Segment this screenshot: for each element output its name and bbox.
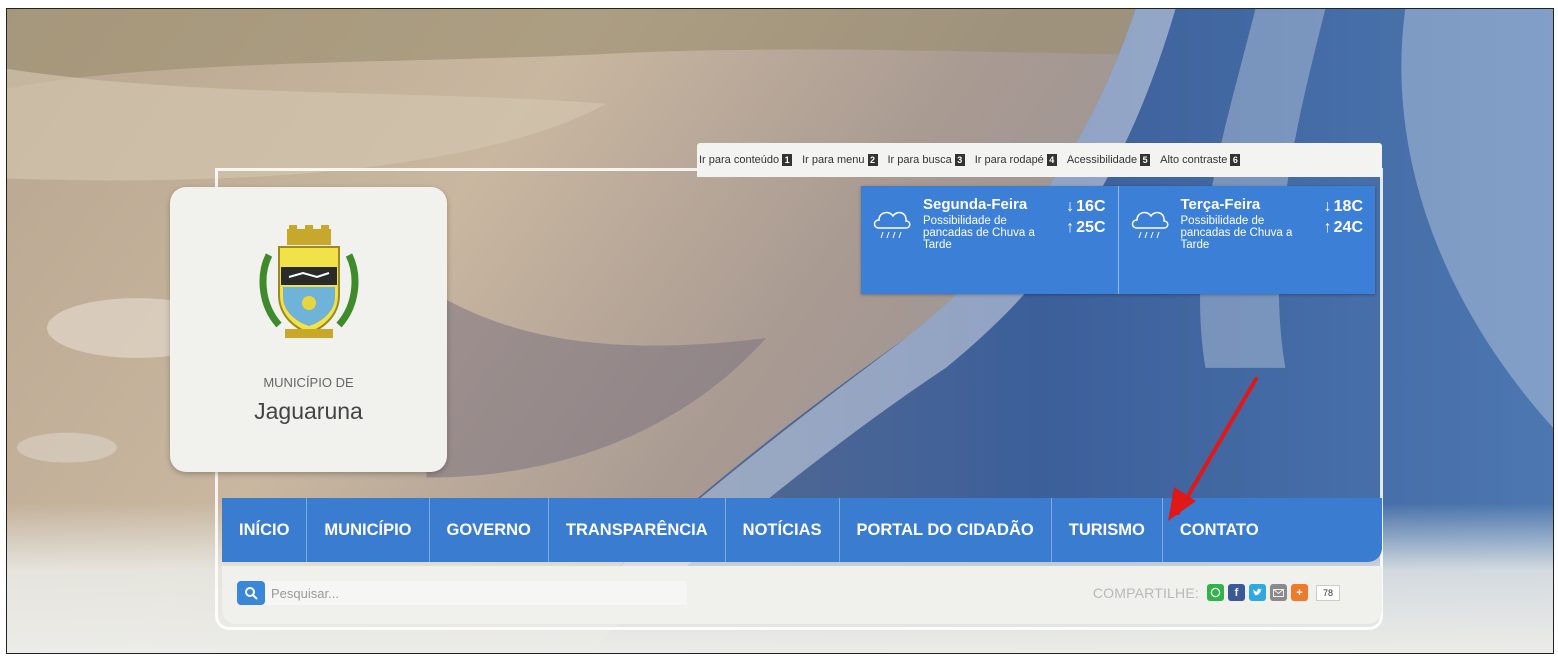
twitter-icon[interactable] — [1248, 584, 1266, 601]
arrow-down-icon: ↓ — [1323, 198, 1332, 215]
municipality-prefix: MUNICÍPIO DE — [263, 375, 354, 390]
temp-min: 18C — [1333, 198, 1363, 215]
main-navigation: INÍCIO MUNICÍPIO GOVERNO TRANSPARÊNCIA N… — [222, 498, 1382, 562]
accessibility-bar: Ir para conteúdo 1 Ir para menu 2 Ir para … — [697, 143, 1382, 177]
accessibility-link[interactable]: Acessibilidade 5 — [1067, 154, 1151, 166]
weather-forecast-widget: Segunda-Feira Possibilidade de pancadas … — [861, 186, 1375, 294]
plus-icon[interactable]: + — [1290, 584, 1308, 601]
arrow-down-icon: ↓ — [1066, 198, 1075, 215]
weather-day-tuesday: Terça-Feira Possibilidade de pancadas de… — [1117, 186, 1376, 294]
search-icon[interactable] — [237, 581, 265, 605]
whatsapp-icon[interactable] — [1206, 584, 1224, 601]
rain-cloud-icon — [873, 211, 911, 239]
nav-item-inicio[interactable]: INÍCIO — [222, 498, 308, 562]
skip-to-footer-link[interactable]: Ir para rodapé 4 — [975, 154, 1057, 166]
temp-max: 25C — [1076, 219, 1106, 236]
weather-day-title: Segunda-Feira — [923, 196, 1028, 213]
email-icon[interactable] — [1269, 584, 1287, 601]
weather-day-title: Terça-Feira — [1180, 196, 1261, 213]
facebook-icon[interactable]: f — [1227, 584, 1245, 601]
weather-temperatures: ↓ 16C ↑ 25C — [1066, 196, 1105, 294]
weather-day-monday: Segunda-Feira Possibilidade de pancadas … — [861, 186, 1118, 294]
nav-item-governo[interactable]: GOVERNO — [430, 498, 549, 562]
weather-description: Possibilidade de pancadas de Chuva a Tar… — [1180, 215, 1293, 251]
nav-item-municipio[interactable]: MUNICÍPIO — [307, 498, 430, 562]
nav-item-turismo[interactable]: TURISMO — [1052, 498, 1163, 562]
search-box — [237, 581, 687, 605]
nav-item-transparencia[interactable]: TRANSPARÊNCIA — [549, 498, 726, 562]
nav-item-contato[interactable]: CONTATO — [1163, 498, 1276, 562]
skip-to-menu-link[interactable]: Ir para menu 2 — [802, 154, 878, 166]
search-share-bar: COMPARTILHE: f + 78 — [222, 566, 1382, 624]
skip-to-search-link[interactable]: Ir para busca 3 — [888, 154, 965, 166]
weather-description: Possibilidade de pancadas de Chuva a Tar… — [923, 215, 1035, 251]
nav-item-portal-do-cidadao[interactable]: PORTAL DO CIDADÃO — [840, 498, 1052, 562]
share-count: 78 — [1315, 584, 1340, 601]
skip-to-content-link[interactable]: Ir para conteúdo 1 — [699, 154, 793, 166]
weather-temperatures: ↓ 18C ↑ 24C — [1324, 196, 1363, 294]
rain-cloud-icon — [1131, 211, 1168, 239]
nav-item-noticias[interactable]: NOTÍCIAS — [726, 498, 840, 562]
high-contrast-link[interactable]: Alto contraste 6 — [1160, 154, 1241, 166]
share-label: COMPARTILHE: — [1092, 584, 1199, 601]
arrow-up-icon: ↑ — [1066, 219, 1075, 236]
coat-of-arms-icon — [259, 225, 358, 338]
temp-max: 24C — [1333, 219, 1363, 236]
search-input[interactable] — [265, 581, 665, 605]
share-bar: COMPARTILHE: f + 78 — [1093, 584, 1340, 601]
arrow-up-icon: ↑ — [1323, 219, 1332, 236]
municipality-name: Jaguaruna — [254, 398, 363, 424]
municipality-logo-card[interactable]: MUNICÍPIO DE Jaguaruna — [170, 187, 447, 472]
temp-min: 16C — [1076, 198, 1106, 215]
